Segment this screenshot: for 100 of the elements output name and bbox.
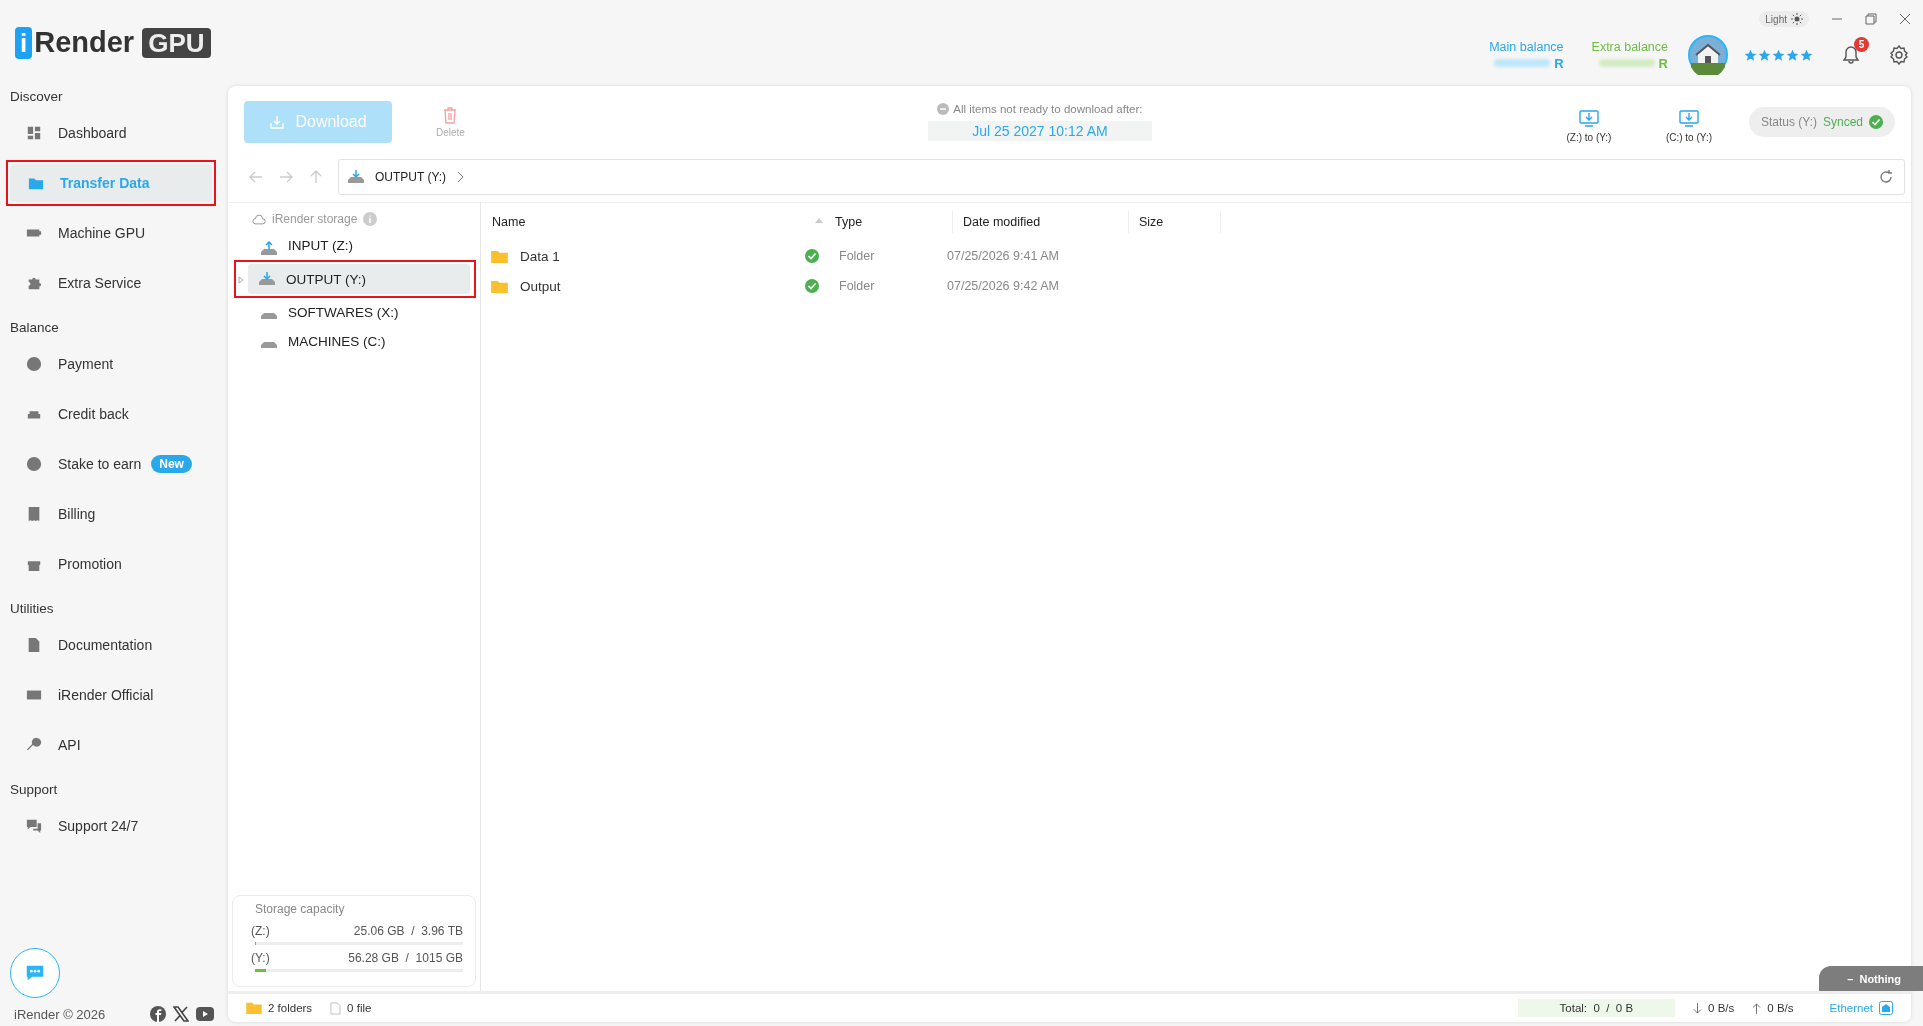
hidden-amount bbox=[1598, 59, 1655, 67]
facebook-icon[interactable] bbox=[150, 1006, 166, 1022]
address-bar[interactable]: OUTPUT (Y:) bbox=[338, 159, 1905, 195]
logo-mark: i bbox=[15, 26, 33, 59]
star-icon bbox=[1744, 48, 1757, 62]
receipt-icon bbox=[26, 506, 42, 522]
tree-item[interactable]: MACHINES (C:) bbox=[250, 327, 474, 356]
download-speed: 0 B/s bbox=[1708, 1002, 1735, 1014]
deadline-date: Jul 25 2027 10:12 AM bbox=[928, 121, 1152, 141]
folder-icon bbox=[491, 279, 508, 293]
file-name[interactable]: Output bbox=[520, 278, 561, 294]
refresh-icon[interactable] bbox=[1878, 169, 1894, 185]
sun-icon bbox=[1791, 13, 1803, 25]
drive-icon bbox=[260, 311, 278, 320]
tree-root-label: iRender storage bbox=[272, 212, 358, 226]
restore-icon[interactable] bbox=[1865, 13, 1877, 25]
currency-label: R bbox=[1658, 55, 1668, 71]
column-header[interactable]: Size bbox=[1129, 211, 1221, 233]
section-title: Support bbox=[9, 781, 59, 799]
check-icon bbox=[1869, 115, 1883, 129]
copyright-text: iRender © 2026 bbox=[14, 1006, 106, 1022]
monitor-download-icon bbox=[1678, 109, 1699, 128]
sidebar-item[interactable]: API bbox=[6, 724, 216, 766]
folder-icon bbox=[246, 1002, 262, 1014]
chat-button[interactable] bbox=[10, 948, 60, 998]
sidebar-item[interactable]: iRender Official bbox=[6, 674, 216, 716]
drive-icon bbox=[260, 340, 278, 349]
star-icon bbox=[1758, 48, 1771, 62]
sync-button[interactable]: (Z:) to (Y:) bbox=[1548, 108, 1629, 144]
tree-item[interactable]: INPUT (Z:) bbox=[250, 231, 474, 260]
storage-title: Storage capacity bbox=[255, 902, 346, 916]
upload-speed: 0 B/s bbox=[1767, 1002, 1794, 1014]
status-label: Status (Y:) bbox=[1760, 115, 1817, 129]
drive-icon bbox=[258, 271, 276, 287]
drive-icon bbox=[260, 240, 278, 257]
sidebar-item[interactable]: Stake to earn New bbox=[6, 443, 216, 485]
minus-circle-icon bbox=[937, 103, 950, 115]
usage-text: 56.28 GB / 1015 GB bbox=[348, 951, 463, 965]
cloud-icon bbox=[252, 213, 266, 225]
sidebar-item[interactable]: Payment bbox=[6, 343, 216, 385]
star-icon bbox=[1800, 48, 1813, 62]
close-icon[interactable] bbox=[1899, 13, 1911, 25]
file-count: 0 file bbox=[347, 1002, 372, 1014]
nothing-tab[interactable]: – Nothing bbox=[1819, 966, 1923, 991]
currency-label: R bbox=[1554, 55, 1564, 71]
bell-icon[interactable] bbox=[1841, 45, 1861, 65]
grid-icon bbox=[26, 125, 42, 141]
drive-label: (Y:) bbox=[251, 951, 270, 965]
document-icon bbox=[26, 637, 42, 653]
drive-icon bbox=[347, 169, 365, 185]
path-segment[interactable]: OUTPUT (Y:) bbox=[375, 170, 447, 184]
sidebar-item[interactable]: Dashboard bbox=[6, 112, 216, 154]
chat-icon bbox=[26, 818, 42, 834]
folder-count: 2 folders bbox=[268, 1002, 313, 1014]
notification-badge: 5 bbox=[1854, 37, 1869, 52]
new-badge: New bbox=[151, 455, 192, 473]
sidebar-item[interactable]: Support 24/7 bbox=[6, 805, 216, 847]
settings-icon[interactable] bbox=[1889, 45, 1909, 65]
transfer-total: Total: 0 / 0 B bbox=[1517, 999, 1676, 1017]
coin-icon bbox=[26, 356, 42, 372]
column-header[interactable]: Type bbox=[827, 211, 953, 233]
table-cell-text: 07/25/2026 9:42 AM bbox=[947, 279, 1060, 293]
trash-icon bbox=[442, 106, 459, 124]
section-title: Utilities bbox=[9, 600, 55, 618]
sidebar-item[interactable]: Billing bbox=[6, 493, 216, 535]
puzzle-icon bbox=[26, 275, 42, 291]
logo-badge: GPU bbox=[142, 27, 211, 58]
file-icon bbox=[330, 1001, 342, 1015]
tree-item[interactable]: SOFTWARES (X:) bbox=[250, 298, 474, 327]
notice-text: All items not ready to download after: bbox=[953, 103, 1143, 115]
sidebar-item[interactable]: Extra Service bbox=[6, 262, 216, 304]
star-icon bbox=[1772, 48, 1785, 62]
drive-label: (Z:) bbox=[251, 924, 270, 938]
column-header[interactable]: Name bbox=[491, 211, 815, 233]
star-icon bbox=[1786, 48, 1799, 62]
usage-text: 25.06 GB / 3.96 TB bbox=[353, 924, 463, 938]
chevron-icon[interactable] bbox=[456, 171, 465, 183]
sidebar-item[interactable]: Documentation bbox=[6, 624, 216, 666]
sync-button[interactable]: (C:) to (Y:) bbox=[1648, 108, 1729, 144]
folder-icon bbox=[491, 249, 508, 263]
sidebar-item[interactable]: Promotion bbox=[6, 543, 216, 585]
section-title: Balance bbox=[9, 319, 60, 337]
down-arrow-icon bbox=[1693, 1002, 1703, 1014]
theme-toggle[interactable]: Light bbox=[1759, 11, 1809, 27]
balance-label: Extra balance bbox=[1591, 39, 1668, 54]
status-value: Synced bbox=[1822, 115, 1863, 129]
file-name[interactable]: Data 1 bbox=[520, 248, 560, 264]
balance-label: Main balance bbox=[1489, 39, 1564, 54]
up-arrow-icon bbox=[1752, 1002, 1762, 1014]
hidden-amount bbox=[1494, 59, 1551, 67]
sidebar-item[interactable]: Machine GPU bbox=[6, 212, 216, 254]
sidebar-item[interactable]: Credit back bbox=[6, 393, 216, 435]
tree-item[interactable]: OUTPUT (Y:) bbox=[248, 264, 470, 294]
monitor-download-icon bbox=[1578, 109, 1599, 128]
column-header[interactable]: Date modified bbox=[953, 211, 1129, 233]
network-icon bbox=[1879, 1001, 1893, 1015]
x-icon[interactable] bbox=[173, 1006, 189, 1022]
sort-icon bbox=[815, 217, 823, 223]
table-cell-text: Folder bbox=[838, 249, 876, 263]
download-icon bbox=[269, 114, 286, 130]
